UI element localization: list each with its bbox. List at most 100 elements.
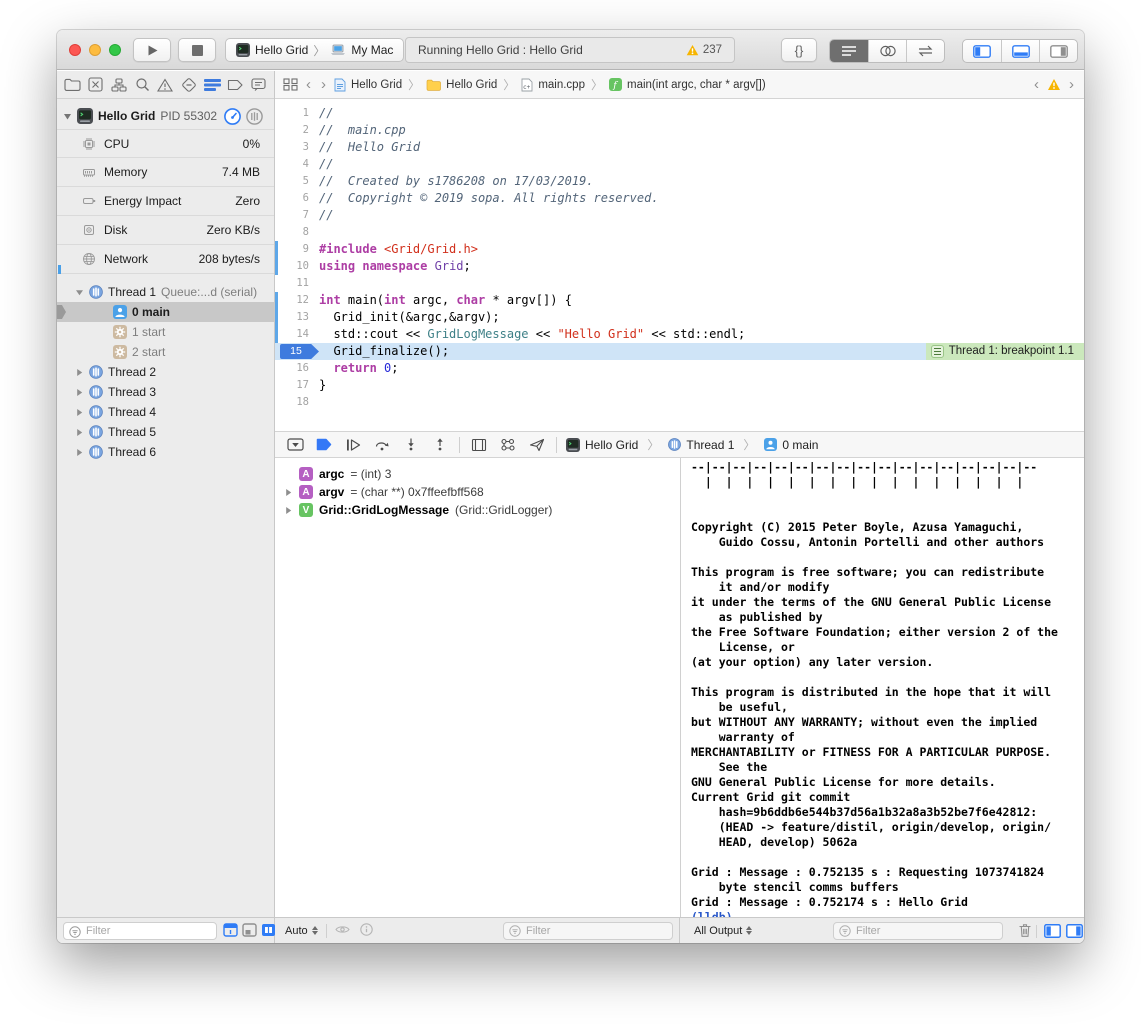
- toggle-navigator-button[interactable]: [963, 40, 1001, 62]
- stop-button[interactable]: [178, 38, 216, 62]
- thread-row[interactable]: Thread 5: [57, 422, 274, 442]
- thread-row[interactable]: Thread 6: [57, 442, 274, 462]
- line-number[interactable]: 10: [275, 258, 319, 275]
- breadcrumb-file[interactable]: c+ main.cpp: [521, 78, 585, 92]
- toggle-debug-area-button[interactable]: [1001, 40, 1039, 62]
- simulate-location-button[interactable]: [527, 436, 547, 454]
- minimize-window-button[interactable]: [89, 44, 101, 56]
- close-window-button[interactable]: [69, 44, 81, 56]
- clear-console-button[interactable]: [1018, 923, 1032, 941]
- console-filter-input[interactable]: [834, 923, 1002, 939]
- variable-row[interactable]: Aargv= (char **) 0x7ffeefbff568: [275, 483, 680, 501]
- run-button[interactable]: [133, 38, 171, 62]
- line-number[interactable]: 12: [275, 292, 319, 309]
- process-row[interactable]: Hello Grid PID 55302: [57, 105, 274, 127]
- issue-navigator-icon[interactable]: [156, 75, 174, 94]
- variables-filter-field[interactable]: [503, 922, 673, 940]
- console-filter-field[interactable]: [833, 922, 1003, 940]
- breadcrumb-symbol[interactable]: f main(int argc, char * argv[]): [609, 78, 766, 91]
- version-editor-button[interactable]: [906, 40, 944, 62]
- console-output-popup[interactable]: All Output: [694, 925, 752, 937]
- disclosure-down-icon[interactable]: [63, 112, 72, 121]
- toggle-inspector-button[interactable]: [1039, 40, 1077, 62]
- line-number[interactable]: 11: [275, 275, 319, 292]
- thread-row[interactable]: Thread 4: [57, 402, 274, 422]
- thread-row[interactable]: Thread 3: [57, 382, 274, 402]
- line-number[interactable]: 4: [275, 156, 319, 173]
- threads-view-button[interactable]: [246, 108, 263, 125]
- forward-button[interactable]: ›: [319, 76, 328, 93]
- line-number[interactable]: 18: [275, 394, 319, 411]
- filter-running-toggle[interactable]: [223, 923, 239, 943]
- gauge-row-energy-impact[interactable]: Energy ImpactZero: [57, 187, 274, 216]
- variable-row[interactable]: Aargc= (int) 3: [275, 465, 680, 483]
- breakpoint-marker[interactable]: 15: [280, 344, 319, 359]
- scheme-selector[interactable]: Hello Grid 〉 My Mac: [225, 38, 404, 62]
- line-number[interactable]: 13: [275, 309, 319, 326]
- warning-count-badge[interactable]: 237: [686, 44, 734, 56]
- debug-breadcrumb-target[interactable]: Hello Grid: [566, 438, 638, 452]
- breakpoints-toggle-button[interactable]: [314, 436, 334, 454]
- breakpoint-navigator-icon[interactable]: [226, 75, 244, 94]
- toggle-console-view-button[interactable]: [1066, 924, 1083, 941]
- gauges-view-button[interactable]: [224, 108, 241, 125]
- line-number[interactable]: 16: [275, 360, 319, 377]
- debug-navigator-icon[interactable]: [203, 75, 221, 94]
- variables-scope-popup[interactable]: Auto: [285, 925, 318, 937]
- report-navigator-icon[interactable]: [250, 75, 268, 94]
- previous-issue-button[interactable]: ‹: [1032, 76, 1041, 93]
- thread-row[interactable]: Thread 2: [57, 362, 274, 382]
- back-button[interactable]: ‹: [304, 76, 313, 93]
- variable-row[interactable]: VGrid::GridLogMessage(Grid::GridLogger): [275, 501, 680, 519]
- project-navigator-icon[interactable]: [63, 75, 81, 94]
- line-number[interactable]: 1: [275, 105, 319, 122]
- gauge-row-network[interactable]: Network208 bytes/s: [57, 245, 274, 274]
- step-out-button[interactable]: [430, 436, 450, 454]
- hide-debug-area-button[interactable]: [285, 436, 305, 454]
- step-into-button[interactable]: [401, 436, 421, 454]
- line-number[interactable]: 5: [275, 173, 319, 190]
- debug-view-hierarchy-button[interactable]: [469, 436, 489, 454]
- source-control-navigator-icon[interactable]: [86, 75, 104, 94]
- test-navigator-icon[interactable]: [180, 75, 198, 94]
- breadcrumb-project[interactable]: Hello Grid: [334, 78, 402, 92]
- memory-graph-button[interactable]: [498, 436, 518, 454]
- debug-breadcrumb-frame[interactable]: 0 main: [764, 438, 818, 452]
- filter-crashed-toggle[interactable]: [242, 923, 258, 943]
- line-number[interactable]: 3: [275, 139, 319, 156]
- navigator-filter-field[interactable]: [63, 922, 217, 940]
- navigator-filter-input[interactable]: [64, 923, 216, 939]
- line-number[interactable]: 9: [275, 241, 319, 258]
- line-number[interactable]: 14: [275, 326, 319, 343]
- code-snippets-button[interactable]: {}: [781, 38, 817, 62]
- symbol-navigator-icon[interactable]: [110, 75, 128, 94]
- line-number[interactable]: 2: [275, 122, 319, 139]
- line-number[interactable]: 17: [275, 377, 319, 394]
- gauge-row-memory[interactable]: Memory7.4 MB: [57, 158, 274, 187]
- disclosure-right-icon[interactable]: [284, 488, 293, 497]
- stack-frame-row[interactable]: 2 start: [57, 342, 274, 362]
- stack-frame-row[interactable]: 1 start: [57, 322, 274, 342]
- breadcrumb-group[interactable]: Hello Grid: [426, 79, 497, 91]
- standard-editor-button[interactable]: [830, 40, 868, 62]
- step-over-button[interactable]: [372, 436, 392, 454]
- line-number[interactable]: 8: [275, 224, 319, 241]
- line-number[interactable]: 6: [275, 190, 319, 207]
- gauge-row-disk[interactable]: DiskZero KB/s: [57, 216, 274, 245]
- thread-row[interactable]: Thread 1Queue:...d (serial): [57, 282, 274, 302]
- variables-filter-input[interactable]: [504, 923, 672, 939]
- assistant-editor-button[interactable]: [868, 40, 906, 62]
- next-issue-button[interactable]: ›: [1067, 76, 1076, 93]
- info-button[interactable]: [360, 923, 373, 939]
- debug-breadcrumb-thread[interactable]: Thread 1: [668, 438, 734, 452]
- related-items-icon[interactable]: [283, 78, 298, 91]
- gauge-row-cpu[interactable]: CPU0%: [57, 129, 274, 158]
- quicklook-button[interactable]: [335, 924, 350, 938]
- zoom-window-button[interactable]: [109, 44, 121, 56]
- line-number[interactable]: 7: [275, 207, 319, 224]
- stack-frame-row[interactable]: 0 main: [57, 302, 274, 322]
- toggle-variables-view-button[interactable]: [1044, 924, 1061, 941]
- continue-button[interactable]: [343, 436, 363, 454]
- find-navigator-icon[interactable]: [133, 75, 151, 94]
- disclosure-right-icon[interactable]: [284, 506, 293, 515]
